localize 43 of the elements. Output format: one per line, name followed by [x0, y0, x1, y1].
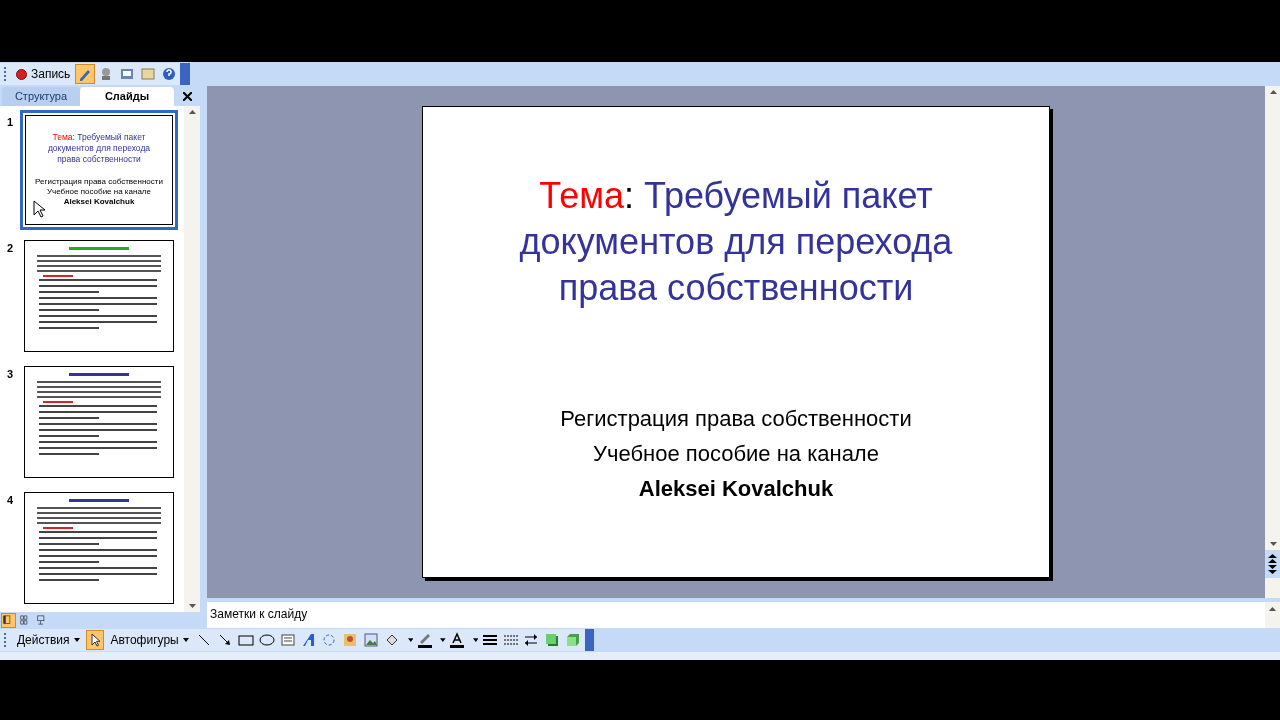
slide[interactable]: Тема: Требуемый пакет документов для перехода права собственности Регистрация права собственности Учебное пособие на канале Aleksei Kovalchuk [422, 106, 1050, 578]
font-color-icon[interactable] [447, 630, 467, 650]
scroll-up-icon[interactable] [1269, 90, 1277, 94]
caret-icon [440, 638, 446, 642]
caret-icon [472, 638, 479, 642]
mouse-cursor-icon [33, 200, 46, 218]
caret-icon [182, 638, 189, 642]
record-icon [16, 68, 27, 80]
fill-caret-icon [407, 638, 414, 642]
slide-subtitle: Регистрация права собственности [560, 405, 912, 433]
thumbnail-author: Aleksei Kovalchuk [63, 197, 135, 207]
slide-number: 4 [6, 493, 15, 508]
scroll-down-icon[interactable] [188, 604, 196, 608]
record-button[interactable]: Запись [12, 64, 75, 84]
scroll-up-icon[interactable] [188, 110, 196, 114]
thumbnail-subtitle: Регистрация права собственности [35, 177, 163, 187]
pane-tab[interactable]: Структура [2, 87, 80, 106]
close-icon[interactable] [183, 92, 192, 101]
previous-slide-icon[interactable] [1268, 554, 1277, 563]
vertical-scrollbar[interactable] [184, 106, 200, 612]
slide-subtitle: Учебное пособие на канале [593, 440, 879, 468]
autoshapes-menu[interactable]: Автофигуры [106, 630, 193, 650]
pointer-icon[interactable] [85, 630, 105, 650]
caret-icon [73, 638, 80, 642]
toolbar-options-icon[interactable] [584, 629, 595, 651]
pane-tab[interactable]: Слайды [80, 87, 174, 106]
thumbnail-subtitle: Учебное пособие на канале [47, 187, 151, 197]
actions-menu[interactable]: Действия [12, 630, 84, 650]
normal-view-icon[interactable] [1, 612, 16, 628]
slide-title: Тема: Требуемый пакет документов для перехода права собственности [518, 174, 954, 310]
thumbnail-title: Тема: Требуемый пакет документов для перехода права собственности [46, 132, 152, 165]
picture-icon[interactable] [361, 630, 381, 650]
slide-author: Aleksei Kovalchuk [638, 475, 834, 503]
slide-number: 2 [6, 241, 15, 256]
scroll-up-icon[interactable] [1269, 607, 1276, 611]
toolbar-options-icon[interactable] [180, 63, 191, 85]
notes-scrollbar[interactable] [1265, 602, 1280, 628]
slide-thumbnail[interactable]: Тема: Требуемый пакет документов для перехода права собственности Регистрация права собственности Учебное пособие на канале Aleksei Kovalchuk [20, 110, 178, 230]
slide-number: 1 [6, 115, 15, 130]
scroll-down-icon[interactable] [1269, 542, 1277, 546]
next-slide-icon[interactable] [1268, 565, 1277, 574]
slide-number: 3 [6, 367, 15, 382]
notes-field[interactable]: Заметки к слайду [207, 602, 1265, 628]
